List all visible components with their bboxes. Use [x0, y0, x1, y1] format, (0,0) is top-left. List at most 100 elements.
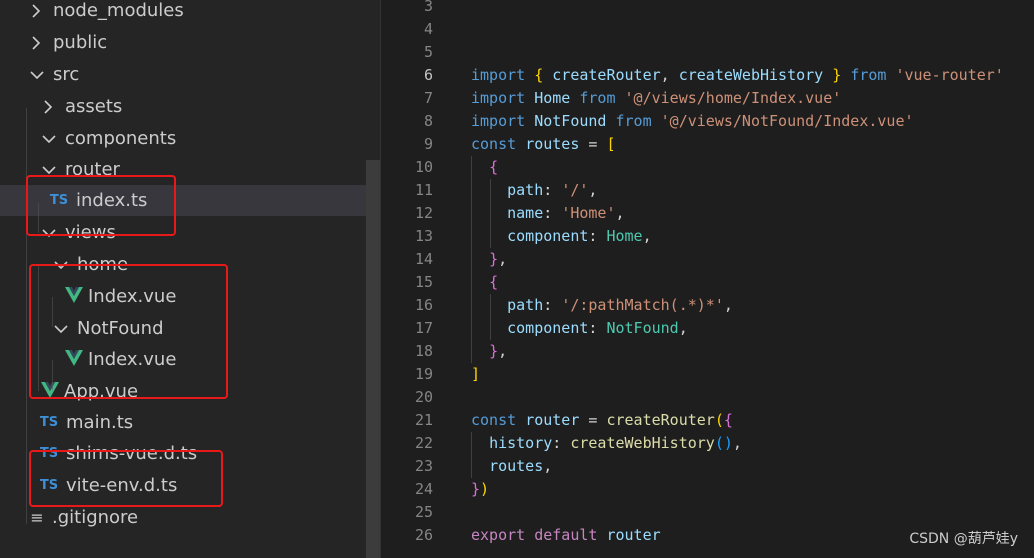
code-line[interactable]: 11 path: '/', [381, 179, 1034, 202]
code-line[interactable]: 17 component: NotFound, [381, 317, 1034, 340]
code-token: , [615, 204, 625, 222]
chevron-down-icon [42, 164, 56, 176]
code-token: 'Home' [561, 204, 616, 222]
code-token: , [498, 250, 508, 268]
line-number: 15 [414, 273, 433, 291]
tree-item-assets[interactable]: assets [0, 91, 368, 122]
code-line[interactable]: 9 const routes = [ [381, 133, 1034, 156]
code-line[interactable]: 3 [381, 0, 1034, 18]
code-line[interactable]: 20 [381, 386, 1034, 409]
tree-item-label: .gitignore [52, 507, 139, 528]
code-token: import [471, 112, 526, 130]
code-token: from [850, 66, 887, 84]
code-token: Home [534, 89, 571, 107]
indent-guide [471, 156, 472, 363]
code-line[interactable]: 16 path: '/:pathMatch(.*)*', [381, 294, 1034, 317]
code-token: : [543, 181, 562, 199]
code-text: component: NotFound, [471, 317, 688, 340]
code-line[interactable]: 18 }, [381, 340, 1034, 363]
code-editor[interactable]: 3 4 5 6 import { createRouter, createWebHist… [381, 0, 1034, 558]
line-number: 22 [414, 434, 433, 452]
code-token: 'vue-router' [895, 66, 1004, 84]
chevron-down-icon [42, 133, 56, 145]
code-token: import [471, 89, 526, 107]
file-explorer: node_modules public src assets components rou… [0, 0, 380, 558]
code-token: = [579, 135, 607, 153]
highlight-box-views [29, 264, 228, 399]
code-token: , [588, 181, 598, 199]
line-number: 26 [414, 526, 433, 544]
code-text: name: 'Home', [471, 202, 625, 225]
chevron-down-icon [30, 69, 44, 81]
code-line[interactable]: 25 [381, 501, 1034, 524]
code-line[interactable]: 6 import { createRouter, createWebHistory… [381, 64, 1034, 87]
line-number: 3 [423, 0, 433, 15]
code-line[interactable]: 7 import Home from '@/views/home/Index.vu… [381, 87, 1034, 110]
code-text: { [471, 156, 498, 179]
code-line[interactable]: 21 const router = createRouter({ [381, 409, 1034, 432]
code-token: , [642, 227, 652, 245]
tree-item-node-modules[interactable]: node_modules [0, 0, 368, 26]
tree-item-src[interactable]: src [0, 59, 368, 90]
line-number: 5 [423, 43, 433, 61]
code-line[interactable]: 15 { [381, 271, 1034, 294]
code-token: ) [480, 480, 490, 498]
code-token: path [507, 296, 544, 314]
chevron-right-icon [30, 35, 44, 50]
code-token: } [489, 250, 499, 268]
line-number: 4 [423, 20, 433, 38]
highlight-box-declarations [29, 450, 223, 507]
code-token: { [723, 411, 733, 429]
code-token: NotFound [534, 112, 607, 130]
code-text: routes, [471, 455, 552, 478]
code-text: history: createWebHistory(), [471, 432, 742, 455]
code-text: import Home from '@/views/home/Index.vue… [471, 87, 841, 110]
code-line[interactable]: 23 routes, [381, 455, 1034, 478]
tree-item-label: src [53, 64, 80, 85]
code-line[interactable]: 10 { [381, 156, 1034, 179]
line-number: 9 [423, 135, 433, 153]
tree-item-public[interactable]: public [0, 27, 368, 58]
tree-item-components[interactable]: components [0, 123, 368, 154]
code-token: = [579, 411, 607, 429]
code-token: : [543, 296, 562, 314]
code-token: routes [489, 457, 544, 475]
code-line[interactable]: 8 import NotFound from '@/views/NotFound/… [381, 110, 1034, 133]
code-line[interactable]: 24}) [381, 478, 1034, 501]
code-line[interactable]: 5 [381, 41, 1034, 64]
code-token: export [471, 526, 526, 544]
code-text: import NotFound from '@/views/NotFound/I… [471, 110, 914, 133]
code-token: from [579, 89, 616, 107]
code-token: , [732, 434, 742, 452]
code-token: } [489, 342, 499, 360]
code-token: routes [525, 135, 580, 153]
code-line[interactable]: 4 [381, 18, 1034, 41]
code-text: }, [471, 340, 507, 363]
tree-item-label: node_modules [53, 0, 184, 21]
code-token: : [552, 434, 571, 452]
tree-item-label: components [65, 128, 177, 149]
code-line[interactable]: 13 component: Home, [381, 225, 1034, 248]
code-token: : [543, 204, 562, 222]
tree-item-main-ts[interactable]: TS main.ts [0, 407, 368, 438]
code-token: { [534, 66, 544, 84]
code-token: ] [471, 365, 481, 383]
code-line[interactable]: 22 history: createWebHistory(), [381, 432, 1034, 455]
lines-file-icon: ≡ [30, 507, 44, 527]
line-number: 19 [414, 365, 433, 383]
tree-item-label: public [53, 32, 108, 53]
code-text: import { createRouter, createWebHistory … [471, 64, 1004, 87]
line-number: 11 [414, 181, 433, 199]
code-token: createRouter [606, 411, 715, 429]
tree-item-label: main.ts [66, 412, 134, 433]
explorer-scrollbar[interactable] [366, 160, 380, 558]
code-line[interactable]: 19] [381, 363, 1034, 386]
line-number: 16 [414, 296, 433, 314]
code-line[interactable]: 12 name: 'Home', [381, 202, 1034, 225]
code-line[interactable]: 14 }, [381, 248, 1034, 271]
line-number: 23 [414, 457, 433, 475]
